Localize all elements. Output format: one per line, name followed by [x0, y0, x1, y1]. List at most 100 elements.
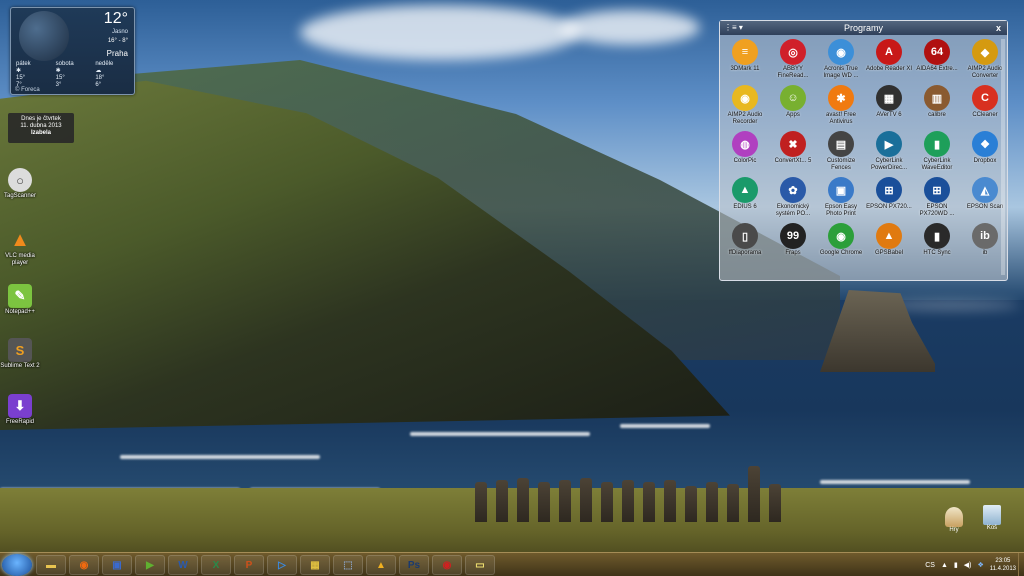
desktop-icon-label: Notepad++	[5, 309, 35, 315]
fence-item[interactable]: ◉ AIMP2 Audio Recorder	[721, 84, 769, 130]
fence-item[interactable]: ◎ ABBYY FineRead...	[769, 38, 817, 84]
program-icon: ◭	[972, 177, 998, 203]
fence-item[interactable]: ▥ calibre	[913, 84, 961, 130]
fence-titlebar[interactable]: ⋮≡ ▾ Programy x	[720, 21, 1007, 35]
taskbar-notes-icon[interactable]: ▭	[465, 555, 495, 575]
taskbar-media-icon[interactable]: ▶	[135, 555, 165, 575]
program-icon: C	[972, 85, 998, 111]
language-indicator[interactable]: CS	[925, 562, 935, 569]
taskbar-word-icon[interactable]: W	[168, 555, 198, 575]
clock[interactable]: 23:05 11.4.2013	[990, 557, 1016, 573]
program-icon: ▶	[876, 131, 902, 157]
program-icon: ⊞	[876, 177, 902, 203]
show-desktop-button[interactable]	[1018, 553, 1024, 576]
tray-arrow-icon[interactable]: ▲	[941, 562, 948, 569]
desktop-icon-vlc[interactable]: ▲ VLC media player	[0, 228, 40, 267]
desktop-icon-freerapid[interactable]: ⬇ FreeRapid	[0, 394, 40, 426]
dropbox-tray-icon[interactable]: ❖	[977, 561, 983, 569]
moon-icon	[19, 11, 69, 61]
desktop-icon-label: FreeRapid	[5, 419, 34, 425]
fence-item[interactable]: ▤ Customize Fences	[817, 130, 865, 176]
fence-item[interactable]: ◉ Acronis True Image WD ...	[817, 38, 865, 84]
volume-icon[interactable]: ◀)	[964, 561, 972, 569]
forecast-day: sobota ✱ 15° 3°	[53, 61, 93, 89]
program-icon: ◎	[780, 39, 806, 65]
recycle-bin-icon	[983, 505, 1001, 525]
fence-item[interactable]: ✿ Ekonomický systém PO...	[769, 176, 817, 222]
fence-menu-icon[interactable]: ⋮≡ ▾	[724, 21, 743, 35]
fence-item[interactable]: 99 Fraps	[769, 222, 817, 268]
wallpaper-wave	[620, 424, 710, 428]
program-icon: ◉	[732, 85, 758, 111]
forecast-day: neděle ☁ 18° 6°	[92, 61, 132, 89]
taskbar-save-icon[interactable]: ▣	[102, 555, 132, 575]
desktop-icon-tagscanner[interactable]: ○ TagScanner	[0, 168, 40, 200]
taskbar-aimp-icon[interactable]: ▲	[366, 555, 396, 575]
fence-item[interactable]: ◍ ColorPic	[721, 130, 769, 176]
taskbar-windows-icon[interactable]: ▦	[300, 555, 330, 575]
desktop-icon-hry[interactable]: Hry	[938, 507, 970, 533]
fence-item[interactable]: ▲ GPSBabel	[865, 222, 913, 268]
forecast-low: 3°	[55, 82, 62, 88]
taskbar-record-icon[interactable]: ◉	[432, 555, 462, 575]
network-icon[interactable]: ▮	[954, 561, 958, 569]
fence-programy[interactable]: ⋮≡ ▾ Programy x ≡ 3DMark 11 ◎ ABBYY FineRea…	[719, 20, 1008, 281]
fence-item-label: AVerTV 6	[876, 112, 902, 118]
weather-gadget[interactable]: 12° Jasno 16° - 8° Praha pátek ✱ 15° 7° …	[10, 7, 135, 95]
fence-item[interactable]: ✱ avast! Free Antivirus	[817, 84, 865, 130]
date-line: 11. dubna 2013	[20, 123, 62, 129]
program-icon: ▥	[924, 85, 950, 111]
fence-item[interactable]: ◉ Google Chrome	[817, 222, 865, 268]
fence-item[interactable]: ▣ Epson Easy Photo Print	[817, 176, 865, 222]
fence-item-label: AIDA64 Extre...	[916, 66, 958, 72]
taskbar-player-icon[interactable]: ▷	[267, 555, 297, 575]
fence-item[interactable]: ≡ 3DMark 11	[721, 38, 769, 84]
desktop-icon-label: VLC media player	[5, 253, 35, 266]
fence-item[interactable]: ▯ ffDiaporama	[721, 222, 769, 268]
taskbar-installer-icon[interactable]: ⬚	[333, 555, 363, 575]
fence-item[interactable]: ▲ EDIUS 6	[721, 176, 769, 222]
fence-item[interactable]: ☺ Apps	[769, 84, 817, 130]
fence-grid: ≡ 3DMark 11 ◎ ABBYY FineRead... ◉ Acronis Tru…	[720, 35, 1007, 268]
fence-item[interactable]: ⊞ EPSON PX720...	[865, 176, 913, 222]
magnifier-icon: ○	[8, 168, 32, 192]
forecast-day-name: neděle	[95, 61, 114, 67]
fence-item[interactable]: 64 AIDA64 Extre...	[913, 38, 961, 84]
fence-item[interactable]: ⊞ EPSON PX720WD ...	[913, 176, 961, 222]
fence-item-label: calibre	[928, 112, 946, 118]
program-icon: ▲	[732, 177, 758, 203]
fence-item[interactable]: ▶ CyberLink PowerDirec...	[865, 130, 913, 176]
wallpaper-wave	[820, 480, 970, 484]
taskbar-photoshop-icon[interactable]: Ps	[399, 555, 429, 575]
taskbar-excel-icon[interactable]: X	[201, 555, 231, 575]
program-icon: ◉	[828, 223, 854, 249]
desktop-icon-sublime[interactable]: S Sublime Text 2	[0, 338, 40, 370]
taskbar-folder-icon[interactable]: ▬	[36, 555, 66, 575]
program-icon: ☺	[780, 85, 806, 111]
fence-item[interactable]: ▦ AVerTV 6	[865, 84, 913, 130]
fence-item-label: EDIUS 6	[733, 204, 757, 210]
program-icon: ▦	[876, 85, 902, 111]
fence-item[interactable]: ▮ CyberLink WaveEditor	[913, 130, 961, 176]
fence-close-button[interactable]: x	[996, 21, 1001, 35]
program-icon: ▤	[828, 131, 854, 157]
fence-item[interactable]: A Adobe Reader XI	[865, 38, 913, 84]
system-tray: CS ▲ ▮ ◀) ❖ 23:05 11.4.2013	[925, 555, 1016, 575]
moon-icon: ✱	[16, 68, 22, 74]
desktop-icon-recycle-bin[interactable]: Koš	[976, 505, 1008, 531]
taskbar-powerpoint-icon[interactable]: P	[234, 555, 264, 575]
fence-item[interactable]: ✖ ConvertXt... 5	[769, 130, 817, 176]
program-icon: 64	[924, 39, 950, 65]
desktop-icon-notepadpp[interactable]: ✎ Notepad++	[0, 284, 40, 316]
fence-item-label: GPSBabel	[874, 250, 904, 256]
fence-scrollbar[interactable]	[1001, 39, 1005, 275]
fence-item-label: EPSON PX720...	[866, 204, 912, 210]
taskbar-firefox-icon[interactable]: ◉	[69, 555, 99, 575]
desktop-icon-label: Hry	[949, 527, 959, 533]
fence-item[interactable]: ▮ HTC Sync	[913, 222, 961, 268]
program-icon: ❖	[972, 131, 998, 157]
fence-item-label: ffDiaporama	[728, 250, 762, 256]
start-button[interactable]	[2, 554, 32, 576]
program-icon: ◆	[972, 39, 998, 65]
fence-item-label: ColorPic	[733, 158, 757, 164]
